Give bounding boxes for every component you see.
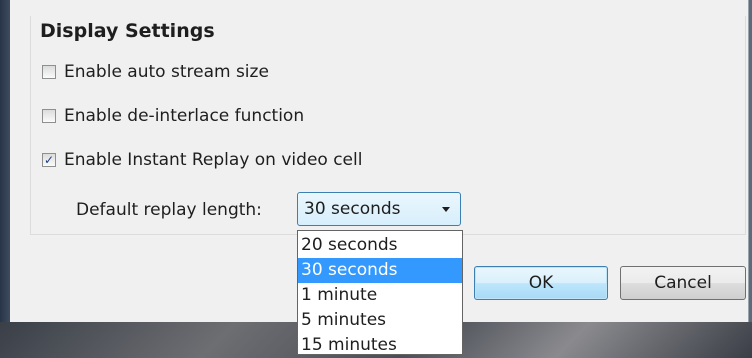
dropdown-option-20-seconds[interactable]: 20 seconds [298, 233, 462, 258]
auto-stream-size-option[interactable]: Enable auto stream size [42, 60, 269, 84]
cancel-button[interactable]: Cancel [620, 266, 746, 300]
instant-replay-checkbox[interactable]: ✓ [42, 153, 56, 167]
replay-length-dropdown: 20 seconds 30 seconds 1 minute 5 minutes… [297, 230, 463, 355]
display-settings-dialog: Display Settings Enable auto stream size… [10, 0, 749, 355]
deinterlace-option[interactable]: Enable de-interlace function [42, 104, 304, 128]
dropdown-option-1-minute[interactable]: 1 minute [298, 283, 462, 308]
replay-length-value: 30 seconds [304, 199, 401, 219]
instant-replay-option[interactable]: ✓ Enable Instant Replay on video cell [42, 148, 362, 172]
checkmark-icon: ✓ [43, 153, 55, 167]
dropdown-option-15-minutes[interactable]: 15 minutes [298, 333, 462, 358]
chevron-down-icon [442, 206, 450, 212]
dropdown-option-30-seconds[interactable]: 30 seconds [298, 258, 462, 283]
window-frame [0, 0, 10, 358]
deinterlace-checkbox[interactable] [42, 109, 56, 123]
dropdown-option-5-minutes[interactable]: 5 minutes [298, 308, 462, 333]
ok-button[interactable]: OK [474, 266, 608, 300]
deinterlace-label: Enable de-interlace function [64, 106, 305, 126]
section-title: Display Settings [40, 20, 215, 42]
auto-stream-size-label: Enable auto stream size [64, 62, 269, 82]
instant-replay-label: Enable Instant Replay on video cell [64, 150, 363, 170]
auto-stream-size-checkbox[interactable] [42, 65, 56, 79]
replay-length-label: Default replay length: [76, 200, 262, 220]
replay-length-select[interactable]: 30 seconds [297, 192, 461, 226]
